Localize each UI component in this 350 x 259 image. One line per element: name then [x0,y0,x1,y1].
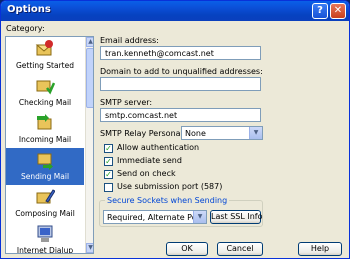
category-scrollbar[interactable]: ▲ ▼ [85,37,93,253]
scroll-thumb[interactable] [86,48,93,108]
smtp-server-label: SMTP server: [100,98,153,107]
smtp-relay-select[interactable]: None ▼ [181,126,263,140]
email-address-field[interactable]: tran.kenneth@comcast.net [100,46,261,60]
category-label: Category: [6,24,45,33]
chevron-down-icon[interactable]: ▼ [249,127,262,139]
options-dialog: Options ? ✕ Category: Getting Started Ch… [0,0,350,259]
email-address-label: Email address: [100,36,159,45]
category-item-label: Incoming Mail [18,135,72,144]
category-item-label: Composing Mail [15,209,75,218]
category-list[interactable]: Getting Started Checking Mail Incoming M… [5,36,94,254]
secure-sockets-value: Required, Alternate Port [107,213,204,222]
smtp-relay-value: None [185,129,206,138]
checkbox-empty-icon[interactable]: ✓ [104,183,113,192]
category-item-label: Sending Mail [20,172,70,181]
help-title-button[interactable]: ? [312,3,328,19]
category-item-sending-mail[interactable]: Sending Mail [6,148,84,185]
immediate-send-label: Immediate send [117,156,182,165]
category-item-getting-started[interactable]: Getting Started [6,37,84,74]
secure-sockets-select[interactable]: Required, Alternate Port ▼ [103,210,207,224]
category-item-label: Getting Started [16,61,74,70]
scroll-down-icon[interactable]: ▼ [86,243,93,253]
secure-sockets-title: Secure Sockets when Sending [105,196,230,205]
category-item-label: Internet Dialup [16,246,74,254]
incoming-mail-icon [37,114,52,130]
sending-mail-icon [37,153,53,170]
smtp-server-field[interactable]: smtp.comcast.net [100,108,261,122]
help-button[interactable]: Help [298,242,342,256]
checkbox-check-icon[interactable]: ✓ [104,144,113,153]
window-title: Options [7,4,51,15]
checkbox-check-icon[interactable]: ✓ [104,170,113,179]
category-item-checking-mail[interactable]: Checking Mail [6,74,84,111]
category-item-composing-mail[interactable]: Composing Mail [6,185,84,222]
chevron-down-icon[interactable]: ▼ [193,211,206,223]
domain-field[interactable] [100,77,261,91]
use-submission-port-label: Use submission port (587) [117,182,223,191]
title-bar[interactable]: Options ? ✕ [1,1,349,21]
category-item-internet-dialup[interactable]: Internet Dialup [6,222,84,254]
close-button[interactable]: ✕ [330,3,346,19]
category-item-incoming-mail[interactable]: Incoming Mail [6,111,84,148]
cancel-button[interactable]: Cancel [217,242,263,256]
allow-authentication-label: Allow authentication [117,143,200,152]
category-item-label: Checking Mail [18,98,72,107]
internet-dialup-icon [37,225,53,242]
checkbox-check-icon[interactable]: ✓ [104,157,113,166]
checking-mail-icon [36,80,55,95]
send-on-check-label: Send on check [117,169,176,178]
ok-button[interactable]: OK [166,242,208,256]
composing-mail-icon [36,189,55,204]
domain-label: Domain to add to unqualified addresses: [100,67,263,76]
scroll-up-icon[interactable]: ▲ [86,37,93,47]
last-ssl-info-button[interactable]: Last SSL Info [210,210,263,224]
getting-started-icon [35,40,53,56]
